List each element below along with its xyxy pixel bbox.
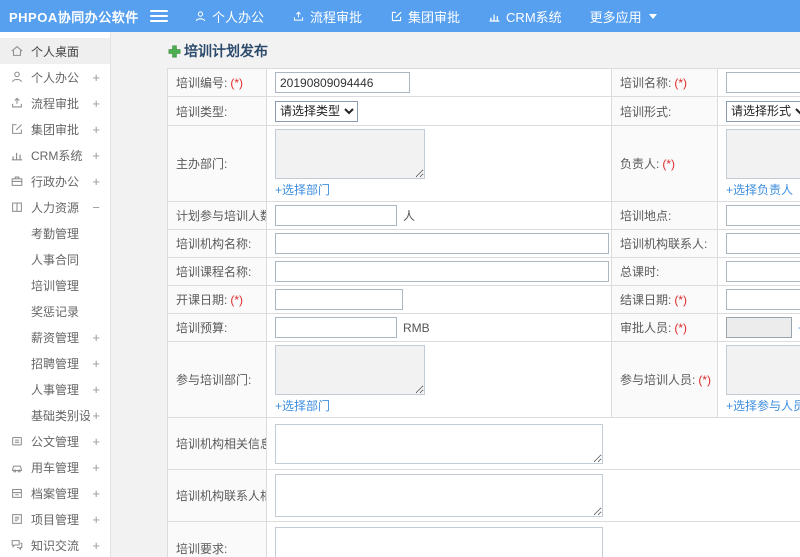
sidebar-item-vehicle-mgmt[interactable]: 用车管理 +: [0, 454, 110, 480]
end-date-input[interactable]: [726, 289, 800, 310]
car-icon: [10, 460, 24, 474]
sidebar-item-admin-office[interactable]: 行政办公 +: [0, 168, 110, 194]
approver-input[interactable]: [726, 317, 792, 338]
edit-icon: [390, 10, 403, 23]
upload-icon: [292, 10, 305, 23]
label-training-type: 培训类型:: [167, 96, 267, 126]
bar-chart-icon: [10, 148, 24, 162]
user-icon: [194, 10, 207, 23]
select-join-people-link[interactable]: +选择参与人员: [726, 399, 800, 413]
unit-person: 人: [403, 209, 416, 223]
sidebar-item-project-mgmt[interactable]: 项目管理 +: [0, 506, 110, 532]
requirements-textarea[interactable]: [275, 526, 603, 557]
planned-count-input[interactable]: [275, 205, 397, 226]
user-icon: [10, 70, 24, 84]
sidebar: 个人桌面 个人办公 + 流程审批 + 集团审批 + CRM系统 + 行政办公 +: [0, 32, 111, 557]
label-training-name: 培训名称: (*): [611, 68, 718, 97]
document-icon: [10, 434, 24, 448]
top-nav-more-apps[interactable]: 更多应用: [590, 7, 657, 26]
bar-chart-icon: [488, 10, 501, 23]
sidebar-item-base-category-settings[interactable]: 基础类别设置 +: [0, 402, 110, 428]
unit-rmb: RMB: [403, 320, 430, 335]
caret-down-icon: [648, 13, 657, 19]
archive-icon: [10, 486, 24, 500]
book-icon: [10, 200, 24, 214]
top-nav-crm-system[interactable]: CRM系统: [488, 7, 562, 26]
sidebar-item-hr-contract[interactable]: 人事合同: [0, 246, 110, 272]
sidebar-item-personal-office[interactable]: 个人办公 +: [0, 64, 110, 90]
sidebar-item-human-resources[interactable]: 人力资源 −: [0, 194, 110, 220]
start-date-input[interactable]: [275, 289, 403, 310]
label-total-hours: 总课时:: [611, 257, 718, 286]
label-join-people: 参与培训人员: (*): [611, 341, 718, 418]
sidebar-item-salary-mgmt[interactable]: 薪资管理 +: [0, 324, 110, 350]
top-nav: 个人办公 流程审批 集团审批 CRM系统 更多应用: [194, 7, 657, 26]
upload-icon: [10, 96, 24, 110]
select-leader-link[interactable]: +选择负责人: [726, 183, 793, 197]
home-icon: [10, 44, 24, 58]
sidebar-item-training-mgmt[interactable]: 培训管理: [0, 272, 110, 298]
label-training-mode: 培训形式:: [611, 96, 718, 126]
label-end-date: 结课日期: (*): [611, 285, 718, 314]
label-requirements: 培训要求:: [167, 521, 267, 557]
top-nav-personal-office[interactable]: 个人办公: [194, 7, 264, 26]
page-title: 培训计划发布: [168, 41, 800, 61]
label-org-name: 培训机构名称:: [167, 229, 267, 258]
label-training-code: 培训编号: (*): [167, 68, 267, 97]
join-people-textarea[interactable]: [726, 345, 800, 395]
sidebar-item-personnel-mgmt[interactable]: 人事管理 +: [0, 376, 110, 402]
label-approver: 审批人员: (*): [611, 313, 718, 342]
training-code-input[interactable]: [275, 72, 410, 93]
label-join-departments: 参与培训部门:: [167, 341, 267, 418]
org-contact-input[interactable]: [726, 233, 800, 254]
course-name-input[interactable]: [275, 261, 609, 282]
sidebar-item-reward-punish-records[interactable]: 奖惩记录: [0, 298, 110, 324]
label-org-info: 培训机构相关信息:: [167, 417, 267, 470]
project-icon: [10, 512, 24, 526]
edit-icon: [10, 122, 24, 136]
location-input[interactable]: [726, 205, 800, 226]
sidebar-item-archive-mgmt[interactable]: 档案管理 +: [0, 480, 110, 506]
leader-textarea[interactable]: [726, 129, 800, 179]
host-department-textarea[interactable]: [275, 129, 425, 179]
plus-icon: [168, 45, 181, 58]
sidebar-item-attendance-mgmt[interactable]: 考勤管理: [0, 220, 110, 246]
sidebar-item-knowledge-exchange[interactable]: 知识交流 +: [0, 532, 110, 557]
briefcase-icon: [10, 174, 24, 188]
sidebar-item-group-approval[interactable]: 集团审批 +: [0, 116, 110, 142]
sidebar-item-personal-desktop[interactable]: 个人桌面: [0, 38, 110, 64]
sidebar-item-crm-system[interactable]: CRM系统 +: [0, 142, 110, 168]
org-info-textarea[interactable]: [275, 423, 603, 464]
org-name-input[interactable]: [275, 233, 609, 254]
main-content: 培训计划发布 培训编号:(*) 培训名称:(*) 培训类型: 请选择类型 培训形…: [111, 32, 800, 557]
budget-input[interactable]: [275, 317, 397, 338]
training-mode-select[interactable]: 请选择形式: [726, 100, 800, 122]
join-departments-textarea[interactable]: [275, 345, 425, 395]
chat-icon: [10, 538, 24, 552]
label-org-contact-info: 培训机构联系人相关信息:: [167, 469, 267, 522]
training-type-select[interactable]: 请选择类型: [275, 100, 358, 122]
sidebar-item-workflow-approval[interactable]: 流程审批 +: [0, 90, 110, 116]
label-start-date: 开课日期: (*): [167, 285, 267, 314]
label-location: 培训地点:: [611, 201, 718, 230]
select-department-link[interactable]: +选择部门: [275, 183, 330, 197]
label-budget: 培训预算:: [167, 313, 267, 342]
org-contact-info-textarea[interactable]: [275, 474, 603, 517]
hamburger-menu-icon[interactable]: [150, 7, 168, 25]
label-leader: 负责人: (*): [611, 125, 718, 202]
total-hours-input[interactable]: [726, 261, 800, 282]
select-join-departments-link[interactable]: +选择部门: [275, 399, 330, 413]
sidebar-item-recruitment-mgmt[interactable]: 招聘管理 +: [0, 350, 110, 376]
sidebar-item-document-mgmt[interactable]: 公文管理 +: [0, 428, 110, 454]
label-course-name: 培训课程名称:: [167, 257, 267, 286]
label-org-contact: 培训机构联系人:: [611, 229, 718, 258]
top-nav-workflow-approval[interactable]: 流程审批: [292, 7, 362, 26]
training-name-input[interactable]: [726, 72, 800, 93]
app-logo: PHPOA协同办公软件: [9, 9, 139, 25]
top-bar: PHPOA协同办公软件 个人办公 流程审批 集团审批 CRM系统 更多应用: [0, 0, 800, 32]
top-nav-group-approval[interactable]: 集团审批: [390, 7, 460, 26]
label-planned-count: 计划参与培训人数:(*): [167, 201, 267, 230]
label-host-department: 主办部门:: [167, 125, 267, 202]
training-plan-form: 培训编号:(*) 培训名称:(*) 培训类型: 请选择类型 培训形式: 请选择形…: [167, 68, 800, 557]
